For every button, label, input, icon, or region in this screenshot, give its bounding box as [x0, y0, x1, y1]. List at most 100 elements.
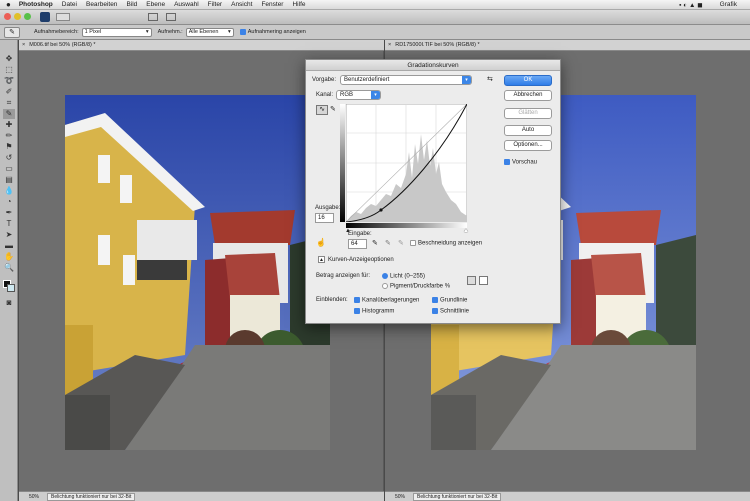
document-tab-right[interactable]: × RD175000I.TIF bei 50% (RGB/8) * [385, 40, 750, 51]
disclosure-triangle-icon[interactable]: ▲ [318, 256, 325, 263]
status-info-right[interactable]: Belichtung funktioniert nur bei 32-Bit [413, 492, 502, 501]
menu-bearbeiten[interactable]: Bearbeiten [86, 1, 117, 8]
stamp-tool-icon[interactable]: ⚑ [3, 142, 15, 152]
bridge-icon[interactable] [56, 13, 70, 21]
shape-tool-icon[interactable]: ▬ [3, 241, 15, 251]
channel-label: Kanal: [316, 92, 334, 98]
close-tab-icon[interactable]: × [22, 42, 25, 48]
gradient-tool-icon[interactable]: ▤ [3, 175, 15, 185]
move-tool-icon[interactable]: ✥ [3, 54, 15, 64]
sample-size-select[interactable]: 1 Pixel ▾ [81, 27, 152, 37]
preview-checkbox[interactable] [504, 159, 510, 165]
healing-tool-icon[interactable]: ✚ [3, 120, 15, 130]
eyedropper-tool-preset-icon[interactable]: ✎ [4, 26, 20, 38]
menu-ebene[interactable]: Ebene [146, 1, 165, 8]
histogram-checkbox[interactable] [354, 308, 360, 314]
eraser-tool-icon[interactable]: ▭ [3, 164, 15, 174]
zoom-tool-icon[interactable]: 🔍 [3, 263, 15, 273]
histogram-option[interactable]: Histogramm [354, 308, 394, 315]
marquee-tool-icon[interactable]: ⬚ [3, 65, 15, 75]
baseline-checkbox[interactable] [432, 297, 438, 303]
dodge-tool-icon[interactable]: ◔ [3, 197, 15, 207]
preset-select[interactable]: Benutzerdefiniert ▾ [340, 75, 472, 85]
document-tab-right-label: RD175000I.TIF bei 50% (RGB/8) * [395, 42, 480, 48]
show-ring-checkbox[interactable] [239, 29, 246, 35]
menu-datei[interactable]: Datei [62, 1, 77, 8]
sample-layers-select[interactable]: Alle Ebenen ▾ [185, 27, 234, 37]
cancel-button[interactable]: Abbrechen [504, 90, 552, 101]
close-window-button[interactable] [4, 13, 11, 20]
path-select-tool-icon[interactable]: ➤ [3, 230, 15, 240]
screen-mode-icon[interactable] [148, 13, 158, 21]
channel-overlays-checkbox[interactable] [354, 297, 360, 303]
curve-graph[interactable] [346, 104, 467, 222]
arrange-icon[interactable] [166, 13, 176, 21]
options-button[interactable]: Optionen... [504, 140, 552, 151]
chevron-down-icon: ▾ [462, 76, 471, 84]
lasso-tool-icon[interactable]: ➰ [3, 76, 15, 86]
channel-select[interactable]: RGB ▾ [336, 90, 381, 100]
baseline-label: Grundlinie [440, 297, 468, 304]
pigment-option[interactable]: Pigment/Druckfarbe % [382, 283, 450, 290]
intersection-option[interactable]: Schnittlinie [432, 308, 469, 315]
quick-mask-icon[interactable]: ◙ [3, 298, 15, 308]
baseline-option[interactable]: Grundlinie [432, 297, 467, 304]
apple-icon[interactable]: ● [6, 0, 11, 9]
black-eyedropper-icon[interactable]: ✎ [372, 239, 378, 247]
white-point-slider[interactable]: ▲ [463, 228, 469, 234]
curve-point-tool-icon[interactable]: ∿ [316, 105, 328, 115]
dialog-title: Gradationskurven [306, 60, 560, 71]
display-options-toggle[interactable]: ▲ Kurven-Anzeigeoptionen [318, 256, 394, 263]
grid-simple-icon[interactable] [467, 276, 476, 285]
minimize-window-button[interactable] [14, 13, 21, 20]
close-tab-icon[interactable]: × [388, 42, 391, 48]
curve-pencil-tool-icon[interactable]: ✎ [330, 105, 340, 115]
hand-tool-icon[interactable]: ✋ [3, 252, 15, 262]
document-canvas-left[interactable] [65, 95, 330, 450]
menu-fenster[interactable]: Fenster [261, 1, 283, 8]
menu-auswahl[interactable]: Auswahl [174, 1, 199, 8]
grid-detailed-icon[interactable] [479, 276, 488, 285]
history-brush-tool-icon[interactable]: ↺ [3, 153, 15, 163]
auto-button[interactable]: Auto [504, 125, 552, 136]
menu-ansicht[interactable]: Ansicht [231, 1, 252, 8]
target-adjust-icon[interactable]: ☝ [316, 238, 326, 247]
brush-tool-icon[interactable]: ✏ [3, 131, 15, 141]
background-color-swatch[interactable] [7, 284, 15, 292]
chevron-down-icon: ▾ [145, 29, 149, 35]
light-option[interactable]: Licht (0–255) [382, 273, 425, 280]
pen-tool-icon[interactable]: ✒ [3, 208, 15, 218]
zoom-level-right[interactable]: 50% [395, 494, 405, 500]
intersection-checkbox[interactable] [432, 308, 438, 314]
document-tab-left[interactable]: × M006.tif bei 50% (RGB/8) * [19, 40, 384, 51]
output-field[interactable]: 16 [315, 213, 334, 223]
type-tool-icon[interactable]: T [3, 219, 15, 229]
app-titlebar [0, 10, 750, 25]
eyedropper-tool-icon[interactable]: ✎ [3, 109, 15, 119]
show-clipping-option[interactable]: Beschneidung anzeigen [410, 240, 482, 247]
status-icons: ▪ ◐ ▲ ◼ [679, 2, 703, 9]
crop-tool-icon[interactable]: ⌗ [3, 98, 15, 108]
preset-options-icon[interactable]: ⇆ [487, 75, 493, 83]
input-field[interactable]: 64 [348, 239, 367, 249]
menu-filter[interactable]: Filter [208, 1, 222, 8]
zoom-level-left[interactable]: 50% [29, 494, 39, 500]
pigment-radio[interactable] [382, 283, 388, 289]
zoom-window-button[interactable] [24, 13, 31, 20]
white-eyedropper-icon[interactable]: ✎ [398, 239, 404, 247]
amount-label: Betrag anzeigen für: [316, 273, 371, 279]
light-radio[interactable] [382, 273, 388, 279]
ok-button[interactable]: OK [504, 75, 552, 86]
show-clipping-checkbox[interactable] [410, 240, 416, 246]
menu-hilfe[interactable]: Hilfe [292, 1, 305, 8]
gray-eyedropper-icon[interactable]: ✎ [385, 239, 391, 247]
status-info-left[interactable]: Belichtung funktioniert nur bei 32-Bit [47, 492, 136, 501]
menu-bild[interactable]: Bild [126, 1, 137, 8]
ps-logo-icon[interactable] [40, 12, 50, 22]
show-ring-label: Aufnahmering anzeigen [247, 29, 306, 35]
quick-select-tool-icon[interactable]: ✐ [3, 87, 15, 97]
menu-app[interactable]: Photoshop [19, 1, 53, 8]
preview-option[interactable]: Vorschau [504, 159, 537, 166]
blur-tool-icon[interactable]: 💧 [3, 186, 15, 196]
channel-overlays-option[interactable]: Kanalüberlagerungen [354, 297, 419, 304]
